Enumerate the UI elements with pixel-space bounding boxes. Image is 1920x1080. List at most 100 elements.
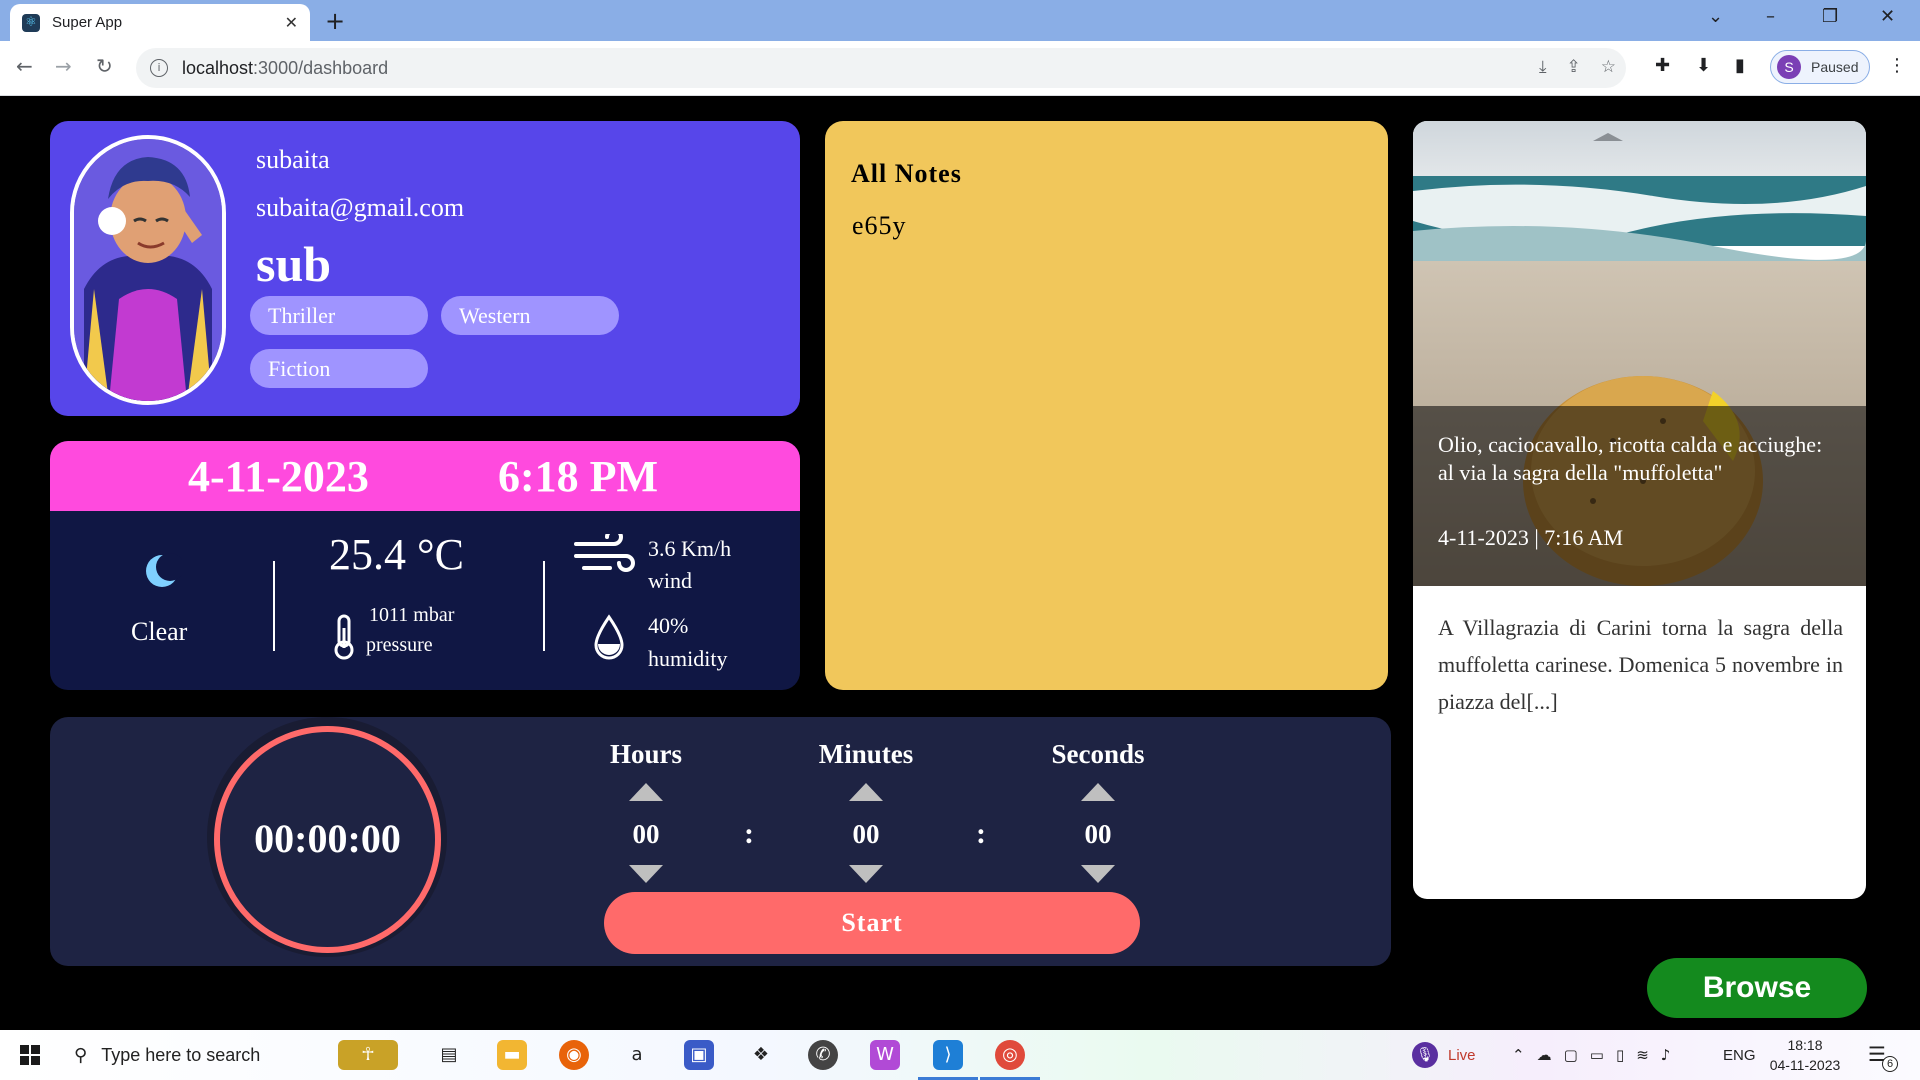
taskbar-search[interactable]: ⚲ Type here to search [62, 1030, 342, 1080]
chrome-icon[interactable]: ◎ [995, 1040, 1025, 1070]
dropbox-icon[interactable]: ❖ [746, 1040, 776, 1070]
amazon-icon[interactable]: a [622, 1040, 652, 1070]
taskbar-time: 18:18 [1787, 1037, 1823, 1053]
side-panel-icon[interactable]: ▮ [1735, 55, 1745, 76]
onedrive-icon[interactable]: ☁ [1537, 1046, 1552, 1064]
datetime-bar: 4-11-2023 6:18 PM [50, 441, 800, 511]
browser-tab[interactable]: ⚛ Super App ✕ [10, 4, 310, 41]
microphone-icon: 🎙 [1412, 1042, 1438, 1068]
taskbar-search-placeholder: Type here to search [101, 1044, 261, 1065]
tab-search-chevron-icon[interactable]: ⌄ [1708, 6, 1723, 27]
address-bar[interactable]: i localhost:3000/dashboard ⤓ ⇪ ☆ [136, 48, 1626, 88]
url-text: localhost:3000/dashboard [182, 58, 388, 79]
seconds-label: Seconds [1051, 739, 1145, 769]
chevron-up-icon[interactable]: ⌃ [1512, 1046, 1525, 1064]
url-host: localhost [182, 57, 254, 78]
taskbar-date: 04-11-2023 [1769, 1057, 1841, 1073]
moon-icon [146, 553, 182, 587]
hours-increment-icon[interactable] [629, 783, 663, 801]
restore-icon[interactable]: ❐ [1822, 6, 1838, 27]
thermometer-icon [334, 614, 354, 660]
news-date: 4-11-2023 | 7:16 AM [1438, 525, 1624, 550]
network-app-icon[interactable]: ▣ [684, 1040, 714, 1070]
pressure-value: 1011 mbar [369, 604, 455, 626]
seconds-decrement-icon[interactable] [1081, 865, 1115, 883]
profile-button[interactable]: S Paused [1770, 50, 1870, 84]
browse-button[interactable]: Browse [1647, 958, 1867, 1018]
taskbar-clock[interactable]: 18:18 04-11-2023 [1765, 1035, 1845, 1075]
avatar-illustration [74, 139, 222, 401]
meet-icon[interactable]: ▢ [1564, 1046, 1578, 1064]
wind-value: 3.6 Km/h [648, 536, 732, 561]
start-button[interactable]: Start [604, 892, 1140, 954]
search-highlight-icon[interactable]: ☥ [338, 1040, 398, 1070]
humidity-drop-icon [594, 614, 624, 660]
volume-icon[interactable]: ♪ [1661, 1046, 1671, 1064]
browser-tab-strip: ⚛ Super App ✕ + ⌄ – ❐ ✕ [0, 0, 1920, 41]
minimize-icon[interactable]: – [1766, 6, 1775, 27]
reload-icon[interactable]: ↻ [96, 54, 113, 78]
task-view-icon[interactable]: ▤ [434, 1040, 464, 1070]
live-label: Live [1448, 1046, 1476, 1064]
profile-status: Paused [1811, 59, 1859, 75]
site-info-icon[interactable]: i [150, 59, 168, 77]
firefox-icon[interactable]: ◉ [559, 1040, 589, 1070]
install-icon[interactable]: ⤓ [1539, 57, 1547, 77]
user-username: sub [256, 236, 332, 292]
weather-divider [273, 561, 275, 651]
user-profile-card: subaita subaita@gmail.com sub Thriller W… [50, 121, 800, 416]
hours-label: Hours [609, 739, 682, 769]
downloads-icon[interactable]: ⬇ [1696, 55, 1711, 76]
weather-condition: Clear [131, 617, 188, 646]
display-icon[interactable]: ▭ [1590, 1046, 1604, 1064]
wps-icon[interactable]: W [870, 1040, 900, 1070]
windows-start-icon[interactable] [20, 1045, 40, 1065]
share-icon[interactable]: ⇪ [1567, 57, 1581, 77]
hours-value: 00 [632, 819, 660, 849]
whatsapp-icon[interactable]: ✆ [808, 1040, 838, 1070]
humidity-value: 40% [648, 613, 689, 638]
wind-label: wind [648, 568, 692, 593]
temperature: 25.4 °C [329, 530, 464, 579]
user-email: subaita@gmail.com [256, 193, 465, 222]
close-icon[interactable]: ✕ [285, 13, 298, 32]
notes-textarea[interactable]: e65y [852, 211, 907, 241]
genre-chip-fiction: Fiction [250, 349, 428, 388]
wifi-icon[interactable]: ≋ [1636, 1046, 1649, 1064]
hours-decrement-icon[interactable] [629, 865, 663, 883]
menu-kebab-icon[interactable]: ⋮ [1888, 55, 1906, 76]
battery-icon[interactable]: ▯ [1616, 1046, 1624, 1064]
vscode-icon[interactable]: ⟩ [933, 1040, 963, 1070]
forward-icon[interactable]: → [55, 54, 72, 78]
seconds-increment-icon[interactable] [1081, 783, 1115, 801]
bookmark-star-icon[interactable]: ☆ [1601, 57, 1616, 77]
notification-count: 6 [1882, 1056, 1898, 1072]
minutes-increment-icon[interactable] [849, 783, 883, 801]
language-indicator[interactable]: ENG [1723, 1030, 1756, 1080]
user-avatar [70, 135, 226, 405]
system-tray: ⌃ ☁ ▢ ▭ ▯ ≋ ♪ [1512, 1030, 1670, 1080]
datetime-weather-card: 4-11-2023 6:18 PM Clear 25.4 °C 1011 mba… [50, 441, 800, 690]
time-separator: : [744, 817, 754, 850]
back-icon[interactable]: ← [16, 54, 33, 78]
tab-title: Super App [52, 14, 123, 31]
news-title[interactable]: Olio, caciocavallo, ricotta calda e acci… [1438, 431, 1838, 487]
news-card[interactable]: Olio, caciocavallo, ricotta calda e acci… [1413, 121, 1866, 899]
current-date: 4-11-2023 [188, 452, 369, 501]
url-path: :3000/dashboard [253, 57, 389, 78]
extensions-icon[interactable]: ✚ [1655, 55, 1670, 76]
notes-card[interactable]: All Notes e65y [825, 121, 1388, 690]
wind-icon [574, 534, 635, 572]
timer-display: 00:00:00 [254, 816, 401, 861]
genre-chip-thriller: Thriller [250, 296, 428, 335]
pressure-label: pressure [366, 634, 433, 656]
notes-title: All Notes [851, 159, 962, 188]
live-widget[interactable]: 🎙 Live [1412, 1030, 1476, 1080]
current-time: 6:18 PM [498, 452, 659, 501]
news-description: A Villagrazia di Carini torna la sagra d… [1438, 615, 1843, 714]
window-close-icon[interactable]: ✕ [1880, 6, 1895, 27]
minutes-decrement-icon[interactable] [849, 865, 883, 883]
new-tab-icon[interactable]: + [325, 7, 345, 35]
file-explorer-icon[interactable]: ▬ [497, 1040, 527, 1070]
os-taskbar: ⚲ Type here to search ☥ ▤ ▬ ◉ a ▣ ❖ ✆ W … [0, 1030, 1920, 1080]
